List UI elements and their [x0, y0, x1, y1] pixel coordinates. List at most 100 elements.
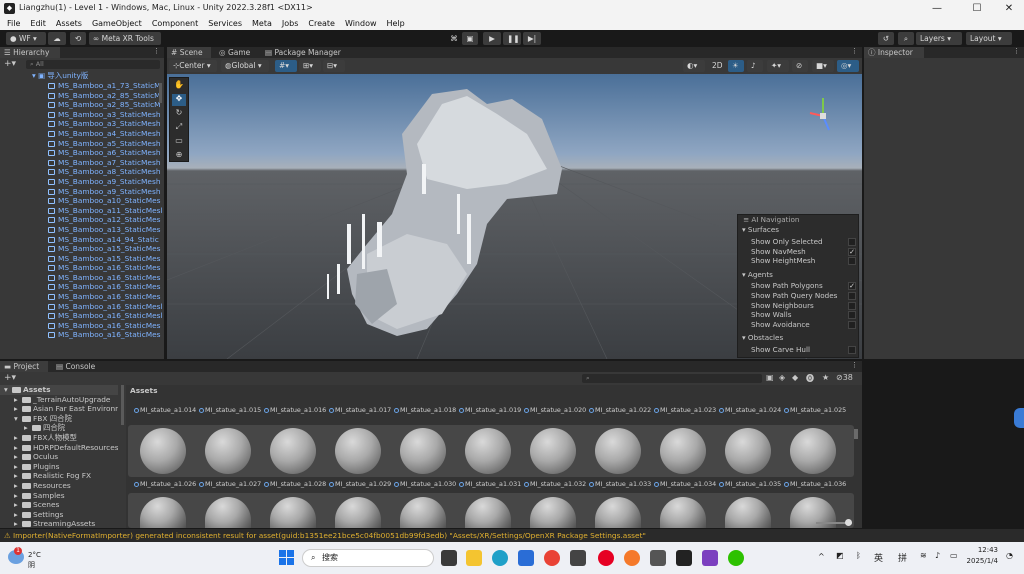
material-asset-label[interactable]: MI_statue_a1.034 — [654, 480, 718, 488]
folder-item[interactable]: ▸ Resources — [0, 481, 118, 491]
panel-menu-icon[interactable]: ⋮ — [851, 361, 858, 369]
expand-arrow-icon[interactable]: ▸ — [14, 395, 18, 405]
checkbox[interactable] — [848, 238, 856, 246]
toggle-2d-button[interactable]: 2D — [708, 60, 724, 72]
checkbox[interactable] — [848, 292, 856, 300]
folder-item[interactable]: ▸ _TerrainAutoUpgrade — [0, 395, 118, 405]
hierarchy-scrollbar[interactable] — [159, 83, 162, 103]
hierarchy-item[interactable]: MS_Bamboo_a13_StaticMes — [0, 225, 164, 235]
hierarchy-item[interactable]: MS_Bamboo_a1_73_StaticM — [0, 81, 164, 91]
expand-arrow-icon[interactable]: ▸ — [14, 471, 18, 481]
panel-menu-icon[interactable]: ⋮ — [153, 47, 160, 55]
grid-plane-button[interactable]: ⊟▾ — [323, 60, 345, 72]
taskbar-search-box[interactable]: ⌕ 搜索 — [302, 549, 434, 567]
hierarchy-item[interactable]: MS_Bamboo_a15_StaticMes — [0, 244, 164, 254]
project-search-input[interactable]: ⌕ — [582, 374, 762, 383]
material-asset-label[interactable]: MI_statue_a1.018 — [394, 406, 458, 414]
clock-time[interactable]: 12:43 — [968, 546, 998, 554]
folder-item[interactable]: ▸ Settings — [0, 510, 118, 520]
pause-button[interactable]: ❚❚ — [503, 32, 521, 45]
transform-tool-icon[interactable]: ⊕ — [172, 150, 186, 162]
hierarchy-item[interactable]: MS_Bamboo_a8_StaticMesh — [0, 167, 164, 177]
menu-edit[interactable]: Edit — [30, 19, 46, 28]
menu-window[interactable]: Window — [345, 19, 377, 28]
hierarchy-item[interactable]: MS_Bamboo_a9_StaticMesh — [0, 187, 164, 197]
hierarchy-item[interactable]: MS_Bamboo_a10_StaticMes — [0, 196, 164, 206]
maximize-button[interactable]: ☐ — [960, 0, 994, 17]
material-asset-label[interactable]: MI_statue_a1.019 — [459, 406, 523, 414]
material-asset-label[interactable]: MI_statue_a1.014 — [134, 406, 198, 414]
space-dropdown[interactable]: ◍Global ▾ — [221, 60, 269, 72]
folder-item[interactable]: ▸ Realistic Fog FX — [0, 471, 118, 481]
hierarchy-item[interactable]: MS_Bamboo_a16_StaticMes — [0, 330, 164, 340]
checkbox[interactable] — [848, 346, 856, 354]
material-preview-sphere[interactable] — [595, 428, 641, 474]
hierarchy-item[interactable]: MS_Bamboo_a3_StaticMesh — [0, 119, 164, 129]
notification-bell-icon[interactable]: ◔ — [1006, 551, 1013, 560]
assets-breadcrumb[interactable]: Assets — [130, 386, 157, 395]
label-icon[interactable]: ◆ — [792, 373, 798, 382]
nav-option[interactable]: Show Carve Hull — [738, 345, 860, 355]
menu-services[interactable]: Services — [208, 19, 242, 28]
hierarchy-item[interactable]: MS_Bamboo_a2_85_StaticM — [0, 100, 164, 110]
menu-component[interactable]: Component — [152, 19, 198, 28]
folder-item[interactable]: ▸ Plugins — [0, 462, 118, 472]
checkbox[interactable] — [848, 301, 856, 310]
material-asset-label[interactable]: MI_statue_a1.032 — [524, 480, 588, 488]
tab-project[interactable]: ▬ Project — [0, 361, 48, 372]
store-icon[interactable] — [518, 550, 534, 566]
material-asset-label[interactable]: MI_statue_a1.017 — [329, 406, 393, 414]
lighting-toggle[interactable]: ☀ — [728, 60, 744, 72]
expand-arrow-icon[interactable]: ▸ — [14, 481, 18, 491]
hidden-packages-icon[interactable]: ⊘38 — [836, 373, 853, 382]
material-preview-sphere[interactable] — [725, 428, 771, 474]
tab-console[interactable]: ▤ Console — [52, 361, 100, 372]
hierarchy-item[interactable]: MS_Bamboo_a16_StaticMes — [0, 263, 164, 273]
hierarchy-item[interactable]: MS_Bamboo_a14_94_Static — [0, 235, 164, 245]
nav-option[interactable]: Show Path Query Nodes — [738, 291, 860, 301]
menu-meta[interactable]: Meta — [252, 19, 272, 28]
play-button[interactable]: ▶ — [483, 32, 501, 45]
material-asset-label[interactable]: MI_statue_a1.035 — [719, 480, 783, 488]
folder-item[interactable]: ▸ 四合院 — [0, 423, 118, 433]
edge-icon[interactable] — [492, 550, 508, 566]
rect-tool-icon[interactable]: ▭ — [172, 136, 186, 148]
orientation-gizmo[interactable] — [809, 98, 830, 131]
visual-studio-icon[interactable] — [702, 550, 718, 566]
material-asset-label[interactable]: MI_statue_a1.015 — [199, 406, 263, 414]
nav-section-obstacles[interactable]: ▾ Obstacles — [738, 333, 860, 343]
rotate-tool-icon[interactable]: ↻ — [172, 108, 186, 120]
material-preview-sphere[interactable] — [530, 428, 576, 474]
search-by-label-icon[interactable]: ◈ — [779, 373, 785, 382]
material-asset-label[interactable]: MI_statue_a1.026 — [134, 480, 198, 488]
nav-option[interactable]: Show Neighbours — [738, 301, 860, 311]
hierarchy-item[interactable]: MS_Bamboo_a11_StaticMesl — [0, 206, 164, 216]
nav-section-agents[interactable]: ▾ Agents — [738, 270, 860, 280]
expand-arrow-icon[interactable]: ▾ — [4, 385, 8, 395]
task-view-icon[interactable] — [441, 550, 457, 566]
material-asset-label[interactable]: MI_statue_a1.023 — [654, 406, 718, 414]
material-asset-label[interactable]: MI_statue_a1.022 — [589, 406, 653, 414]
file-explorer-icon[interactable] — [466, 550, 482, 566]
wifi-icon[interactable]: ≋ — [920, 551, 927, 560]
folder-item[interactable]: ▸ HDRPDefaultResources — [0, 443, 118, 453]
folder-item[interactable]: ▸ Samples — [0, 491, 118, 501]
blender-icon[interactable] — [624, 550, 640, 566]
camera-settings-button[interactable]: ■▾ — [812, 60, 834, 72]
hierarchy-item[interactable]: MS_Bamboo_a16_StaticMesl — [0, 311, 164, 321]
layout-dropdown[interactable]: Layout ▾ — [966, 32, 1012, 45]
material-preview-sphere[interactable] — [790, 428, 836, 474]
hierarchy-item[interactable]: MS_Bamboo_a12_StaticMes — [0, 215, 164, 225]
hierarchy-item[interactable]: MS_Bamboo_a5_StaticMesh — [0, 139, 164, 149]
folder-item[interactable]: ▾ FBX 四合院 — [0, 414, 118, 424]
chevron-up-icon[interactable]: ^ — [818, 552, 825, 561]
menu-jobs[interactable]: Jobs — [282, 19, 299, 28]
tab-scene[interactable]: # Scene — [167, 47, 211, 58]
expand-arrow-icon[interactable]: ▸ — [14, 491, 18, 501]
app-icon[interactable] — [570, 550, 586, 566]
folder-item[interactable]: ▸ StreamingAssets — [0, 519, 118, 529]
hierarchy-item[interactable]: MS_Bamboo_a16_StaticMes — [0, 282, 164, 292]
folder-item[interactable]: ▸ Asian Far East Environme — [0, 404, 118, 414]
folder-item[interactable]: ▸ Oculus — [0, 452, 118, 462]
material-asset-label[interactable]: MI_statue_a1.029 — [329, 480, 393, 488]
